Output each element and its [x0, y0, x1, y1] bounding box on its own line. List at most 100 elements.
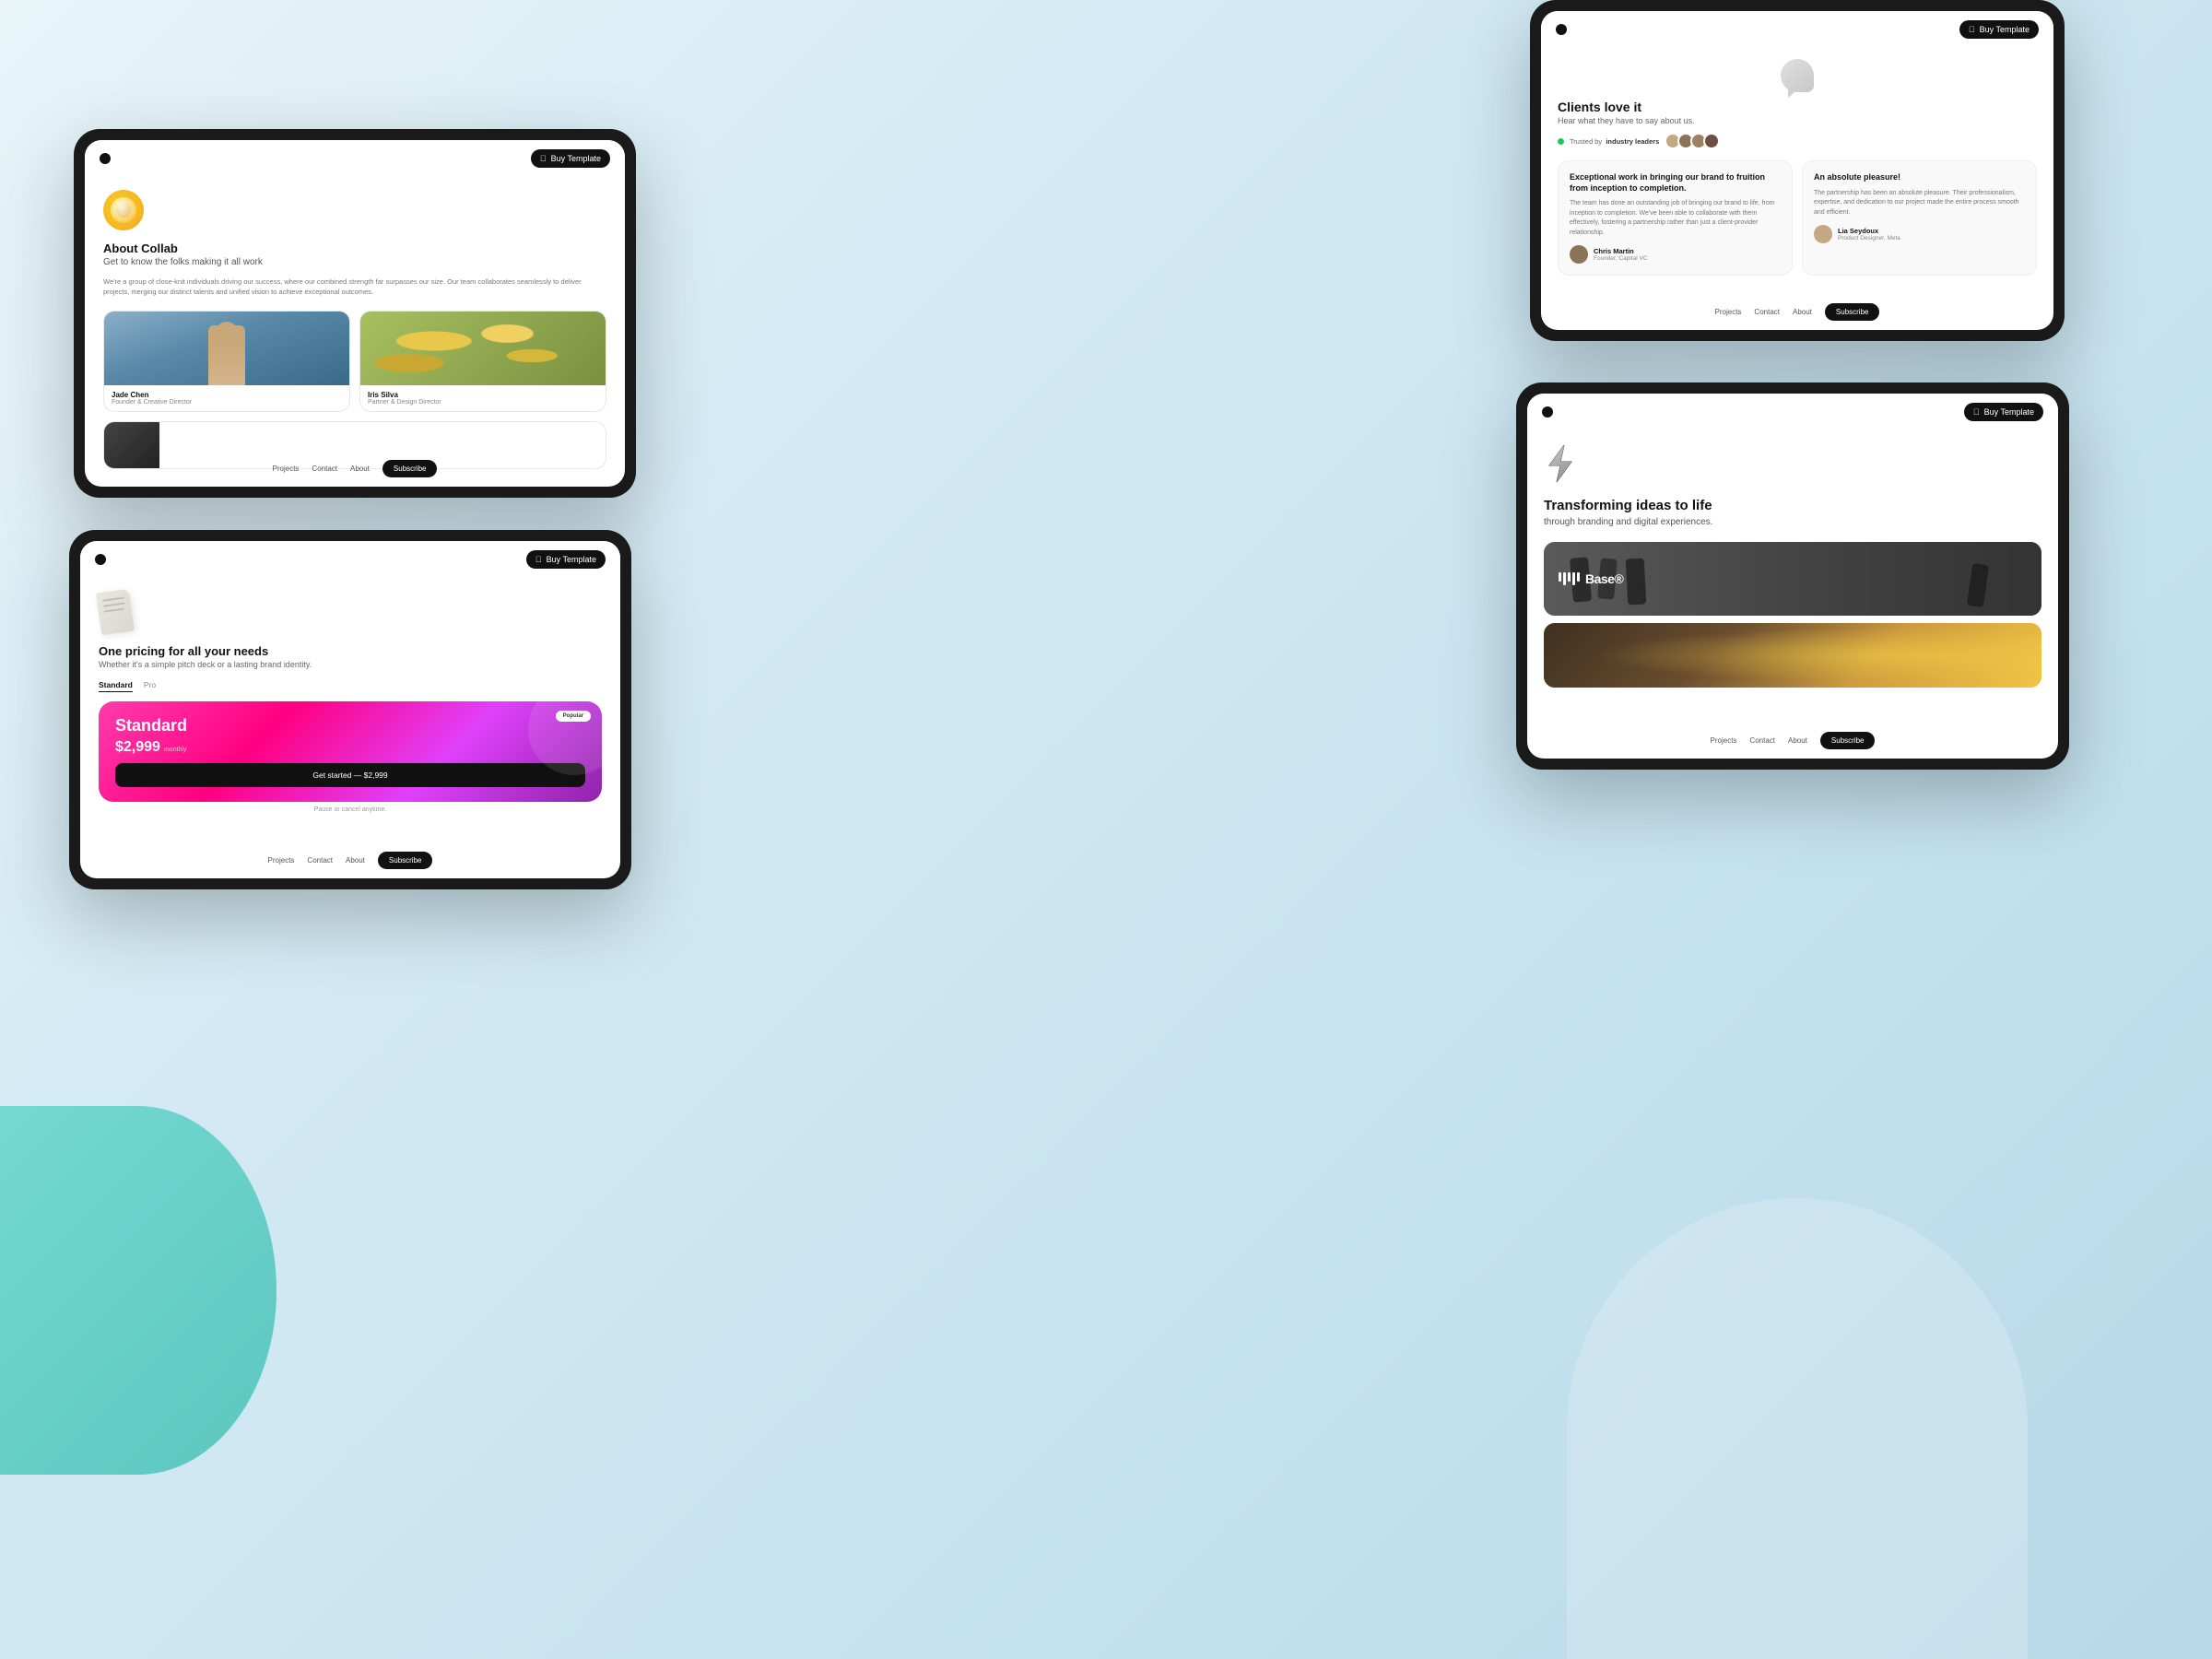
transform-nav-contact[interactable]: Contact — [1749, 736, 1775, 745]
tablet-about-screen:  Buy Template About Collab Get to know … — [85, 140, 625, 487]
avatar-4 — [1703, 133, 1720, 149]
testimonial-1-role: Founder, Capital VC — [1594, 255, 1648, 262]
pricing-tabs: Standard Pro — [99, 680, 602, 692]
avatars-row — [1665, 133, 1720, 149]
trusted-prefix: Trusted by — [1570, 137, 1602, 146]
trusted-row: Trusted by industry leaders — [1558, 133, 2037, 149]
pricing-nav-bar:  Buy Template — [80, 541, 620, 578]
testimonial-1-title: Exceptional work in bringing our brand t… — [1570, 172, 1781, 194]
iris-photo — [360, 312, 606, 385]
nav-logo-dot — [100, 153, 111, 164]
testimonial-1-info: Chris Martin Founder, Capital VC — [1594, 247, 1648, 262]
paper-line-1 — [102, 596, 124, 601]
project-cards: Base® — [1544, 542, 2041, 688]
testimonial-cards: Exceptional work in bringing our brand t… — [1558, 160, 2037, 276]
clients-nav-bar:  Buy Template — [1541, 11, 2053, 48]
about-buy-template-button[interactable]:  Buy Template — [531, 149, 610, 168]
bar-1 — [1559, 572, 1561, 582]
nav-subscribe-btn[interactable]: Subscribe — [382, 460, 438, 477]
pricing-bottom-nav: Projects Contact About Subscribe — [80, 852, 620, 869]
logo-hole — [116, 203, 131, 218]
tablet-clients:  Buy Template Clients love it Hear what… — [1530, 0, 2065, 341]
tablet-transform:  Buy Template Transforming ideas to lif… — [1516, 382, 2069, 770]
clients-title: Clients love it — [1558, 100, 2037, 114]
pricing-content: One pricing for all your needs Whether i… — [80, 578, 620, 826]
transform-buy-button[interactable]:  Buy Template — [1964, 403, 2043, 421]
transform-nav-about[interactable]: About — [1788, 736, 1807, 745]
pricing-nav-projects[interactable]: Projects — [268, 856, 295, 865]
nav-projects[interactable]: Projects — [273, 465, 300, 473]
apple-icon-clients:  — [1969, 25, 1975, 34]
transform-subtitle: through branding and digital experiences… — [1544, 516, 2041, 529]
chat-bubble-area — [1558, 59, 2037, 92]
clients-content: Clients love it Hear what they have to s… — [1541, 48, 2053, 287]
team-grid: Jade Chen Founder & Creative Director Ir… — [103, 311, 606, 412]
about-subtitle: Get to know the folks making it all work — [103, 257, 606, 267]
testimonial-2-role: Product Designer, Meta — [1838, 235, 1900, 241]
testimonial-1-name: Chris Martin — [1594, 247, 1648, 255]
testimonial-2-body: The partnership has been an absolute ple… — [1814, 189, 2025, 218]
warm-glow — [1544, 623, 2041, 688]
trusted-bold: industry leaders — [1606, 137, 1659, 146]
jade-name: Jade Chen — [112, 391, 342, 399]
tablet-about:  Buy Template About Collab Get to know … — [74, 129, 636, 498]
nav-about[interactable]: About — [350, 465, 370, 473]
pricing-card-standard: Popular Standard $2,999 monthly Get star… — [99, 701, 602, 802]
tablet-clients-screen:  Buy Template Clients love it Hear what… — [1541, 11, 2053, 330]
clients-buy-button[interactable]:  Buy Template — [1959, 20, 2039, 39]
pricing-amount: $2,999 — [115, 739, 160, 756]
bar-5 — [1577, 572, 1580, 582]
pricing-buy-label: Buy Template — [547, 555, 596, 564]
transform-nav-dot — [1542, 406, 1553, 418]
pricing-nav-contact[interactable]: Contact — [307, 856, 333, 865]
apple-icon-pricing:  — [535, 555, 542, 564]
testimonial-2-name: Lia Seydoux — [1838, 227, 1900, 235]
bg-decoration-white — [1567, 1198, 2028, 1659]
clients-bottom-nav: Projects Contact About Subscribe — [1541, 303, 2053, 321]
testimonial-2-info: Lia Seydoux Product Designer, Meta — [1838, 227, 1900, 241]
pricing-period: monthly — [164, 747, 187, 753]
about-bottom-nav: Projects Contact About Subscribe — [85, 460, 625, 477]
base-project-title: Base® — [1585, 571, 1623, 586]
transform-nav-bar:  Buy Template — [1527, 394, 2058, 430]
pricing-tab-standard[interactable]: Standard — [99, 680, 133, 692]
pricing-subscribe-btn[interactable]: Subscribe — [378, 852, 433, 869]
base-bars-icon — [1559, 572, 1580, 585]
testimonial-1-avatar — [1570, 245, 1588, 264]
apple-icon:  — [540, 154, 547, 163]
jade-person-figure — [104, 312, 349, 385]
team-card-iris: Iris Silva Partner & Design Director — [359, 311, 606, 412]
paper-line-3 — [104, 608, 124, 613]
pricing-amount-row: $2,999 monthly — [115, 739, 585, 756]
pricing-nav-about[interactable]: About — [346, 856, 365, 865]
pricing-subtitle: Whether it's a simple pitch deck or a la… — [99, 660, 602, 669]
clients-subscribe-btn[interactable]: Subscribe — [1825, 303, 1880, 321]
tablet-transform-screen:  Buy Template Transforming ideas to lif… — [1527, 394, 2058, 759]
iris-name: Iris Silva — [368, 391, 598, 399]
project-card-second — [1544, 623, 2041, 688]
testimonial-1-body: The team has done an outstanding job of … — [1570, 199, 1781, 238]
transform-subscribe-btn[interactable]: Subscribe — [1820, 732, 1876, 749]
pricing-buy-button[interactable]:  Buy Template — [526, 550, 606, 569]
transform-bottom-nav: Projects Contact About Subscribe — [1527, 732, 2058, 749]
pricing-cta-button[interactable]: Get started — $2,999 — [115, 763, 585, 787]
trusted-indicator — [1558, 138, 1564, 145]
pricing-nav-dot — [95, 554, 106, 565]
transform-content: Transforming ideas to life through brand… — [1527, 430, 2058, 700]
clients-nav-projects[interactable]: Projects — [1715, 308, 1742, 316]
trusted-text: Trusted by industry leaders — [1570, 137, 1659, 146]
testimonial-card-1: Exceptional work in bringing our brand t… — [1558, 160, 1793, 276]
about-logo-donut — [103, 190, 144, 230]
about-title: About Collab — [103, 241, 606, 255]
buy-template-label: Buy Template — [551, 154, 601, 163]
base-card-overlay: Base® — [1544, 542, 2041, 616]
nav-contact[interactable]: Contact — [312, 465, 337, 473]
clients-nav-contact[interactable]: Contact — [1754, 308, 1780, 316]
bar-3 — [1568, 572, 1571, 582]
pricing-tab-pro[interactable]: Pro — [144, 680, 156, 692]
clients-buy-label: Buy Template — [1980, 25, 2030, 34]
transform-nav-projects[interactable]: Projects — [1711, 736, 1737, 745]
jade-info: Jade Chen Founder & Creative Director — [104, 385, 349, 411]
testimonial-2-author: Lia Seydoux Product Designer, Meta — [1814, 225, 2025, 243]
clients-nav-about[interactable]: About — [1793, 308, 1812, 316]
